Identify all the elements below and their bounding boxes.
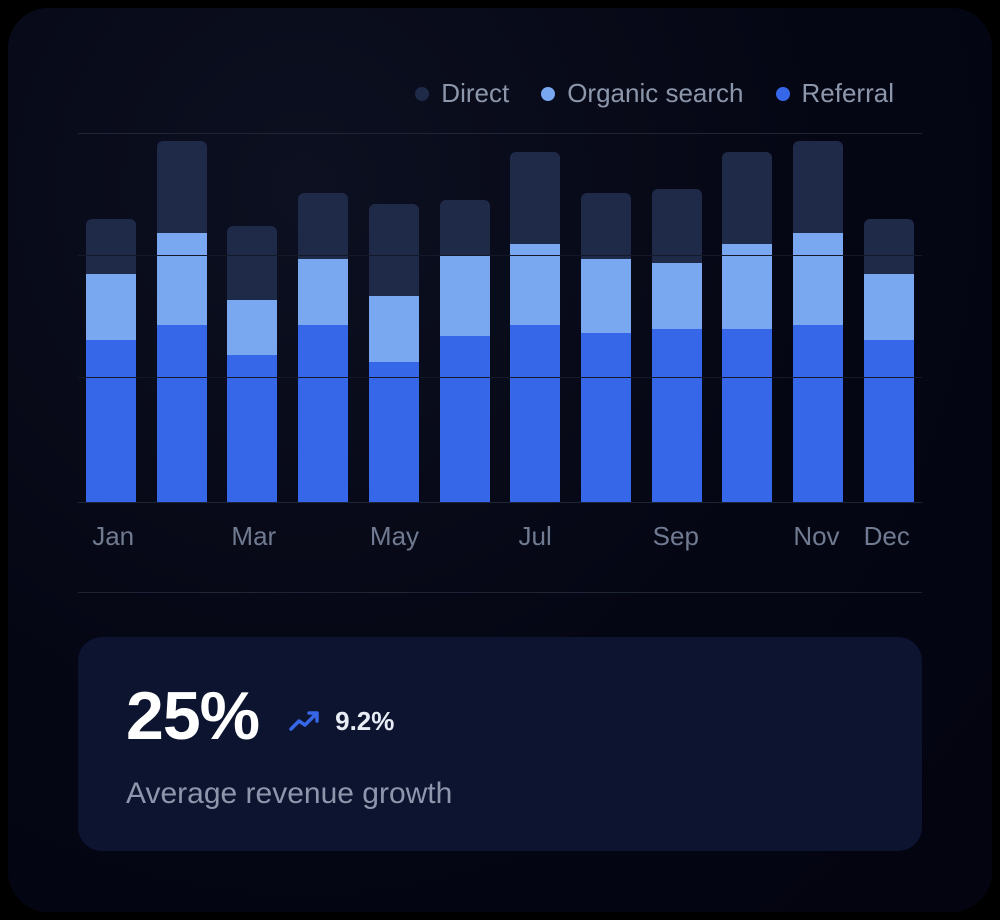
bar-segment-direct — [157, 141, 207, 233]
bar-segment-referral — [298, 325, 348, 502]
bar-segment-referral — [864, 340, 914, 502]
legend-item-direct: Direct — [415, 78, 509, 109]
bar-segment-direct — [298, 193, 348, 259]
bar-segment-organic — [722, 244, 772, 329]
x-axis-label: Mar — [219, 521, 289, 552]
bar — [652, 189, 702, 502]
bar — [157, 141, 207, 502]
gridline — [78, 255, 922, 256]
x-axis-label: May — [359, 521, 429, 552]
chart-legend: Direct Organic search Referral — [78, 78, 922, 109]
bar-segment-referral — [581, 333, 631, 502]
legend-item-organic: Organic search — [541, 78, 743, 109]
bar-segment-referral — [652, 329, 702, 502]
bar-segment-referral — [440, 336, 490, 502]
stat-delta: 9.2% — [335, 706, 394, 737]
stat-trend: 9.2% — [289, 706, 394, 737]
bar-segment-direct — [510, 152, 560, 244]
stat-card: 25% 9.2% Average revenue growth — [78, 637, 922, 851]
legend-dot-icon — [541, 87, 555, 101]
bar-segment-organic — [440, 255, 490, 336]
bar-segment-direct — [652, 189, 702, 263]
bar — [722, 152, 772, 502]
bar — [793, 141, 843, 502]
bar — [86, 219, 136, 502]
bar-segment-direct — [86, 219, 136, 274]
bar-segment-direct — [864, 219, 914, 274]
bar-segment-organic — [652, 263, 702, 329]
x-axis: JanFebMarAprMayJunJulAugSepOctNovDec — [78, 503, 922, 552]
x-axis-label: Nov — [781, 521, 851, 552]
bar-segment-referral — [510, 325, 560, 502]
bar-segment-referral — [722, 329, 772, 502]
bar — [227, 226, 277, 502]
bar — [510, 152, 560, 502]
legend-label: Direct — [441, 78, 509, 109]
gridline — [78, 377, 922, 378]
analytics-card: Direct Organic search Referral JanFebMar… — [8, 8, 992, 912]
bar-segment-direct — [581, 193, 631, 259]
bar-segment-organic — [864, 274, 914, 340]
stacked-bar-chart — [78, 133, 922, 503]
x-axis-label: Dec — [852, 521, 922, 552]
legend-dot-icon — [776, 87, 790, 101]
legend-dot-icon — [415, 87, 429, 101]
bar-segment-referral — [793, 325, 843, 502]
divider — [78, 592, 922, 593]
bar-segment-direct — [440, 200, 490, 255]
legend-label: Organic search — [567, 78, 743, 109]
bar-segment-organic — [86, 274, 136, 340]
bar-segment-direct — [793, 141, 843, 233]
bar-segment-organic — [369, 296, 419, 362]
bar-segment-referral — [369, 362, 419, 502]
bar-segment-referral — [86, 340, 136, 502]
bar-segment-direct — [227, 226, 277, 300]
bar — [864, 219, 914, 502]
bar-segment-organic — [157, 233, 207, 325]
stat-label: Average revenue growth — [126, 777, 874, 811]
bar-segment-referral — [157, 325, 207, 502]
bar-segment-organic — [793, 233, 843, 325]
legend-label: Referral — [802, 78, 894, 109]
x-axis-label: Jan — [78, 521, 148, 552]
x-axis-label: Jul — [500, 521, 570, 552]
bar — [581, 193, 631, 502]
bar-segment-direct — [722, 152, 772, 244]
bar-segment-organic — [581, 259, 631, 333]
bar — [440, 200, 490, 502]
bar — [298, 193, 348, 502]
legend-item-referral: Referral — [776, 78, 894, 109]
bar-segment-organic — [227, 300, 277, 355]
bar — [369, 204, 419, 502]
trend-up-icon — [289, 709, 325, 733]
bar-segment-organic — [298, 259, 348, 325]
x-axis-label: Sep — [641, 521, 711, 552]
bar-segment-organic — [510, 244, 560, 325]
stat-top-row: 25% 9.2% — [126, 677, 874, 755]
stat-value: 25% — [126, 677, 259, 755]
bar-segment-direct — [369, 204, 419, 296]
